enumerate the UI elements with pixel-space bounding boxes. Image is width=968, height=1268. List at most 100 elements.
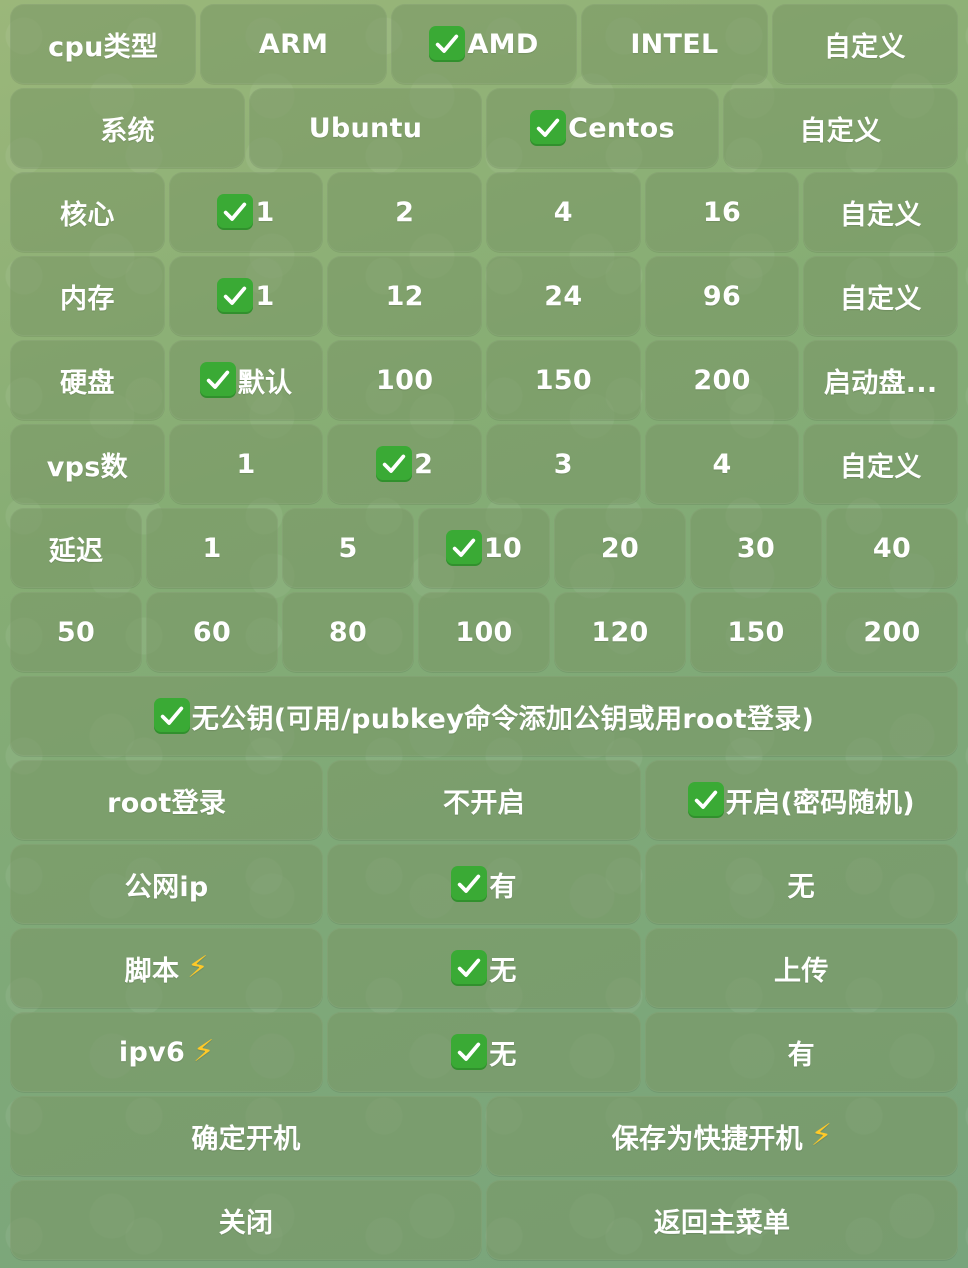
vps-custom-button[interactable]: 自定义 [803,424,959,504]
keyboard-row: 公网ip 有 无 [10,844,958,924]
mem-96-button[interactable]: 96 [644,256,800,336]
keyboard-row: 核心 1 2 4 16 自定义 [10,172,959,252]
vps-4-button[interactable]: 4 [644,424,800,504]
check-mark-icon [451,1034,488,1070]
delay-20-button[interactable]: 20 [554,508,686,588]
core-label-button[interactable]: 核心 [10,172,165,252]
button-label: 2 [395,196,415,228]
ip-yes-button[interactable]: 有 [327,844,641,924]
save-quick-button[interactable]: 保存为快捷开机 ⚡ [486,1096,958,1176]
script-none-button[interactable]: 无 [327,928,641,1008]
vps-label-button[interactable]: vps数 [10,424,165,504]
root-on-button[interactable]: 开启(密码随机) [644,760,958,840]
button-label: 60 [192,616,232,648]
button-label: Ubuntu [308,112,423,144]
os-custom-button[interactable]: 自定义 [722,88,958,168]
core-2-button[interactable]: 2 [327,172,483,252]
cpu-amd-button[interactable]: AMD [390,4,578,84]
check-mark-icon [217,278,254,314]
delay-50-button[interactable]: 50 [10,592,142,672]
delay-1-button[interactable]: 1 [146,508,278,588]
button-label: 10 [483,532,523,564]
cpu-label-button[interactable]: cpu类型 [10,4,197,84]
script-label-button[interactable]: 脚本 ⚡ [10,928,324,1008]
script-upload-button[interactable]: 上传 [644,928,958,1008]
button-label: 96 [702,280,742,312]
disk-label-button[interactable]: 硬盘 [10,340,165,420]
root-label-button[interactable]: root登录 [10,760,324,840]
lightning-bolt-icon: ⚡ [187,950,209,985]
core-16-button[interactable]: 16 [644,172,800,252]
check-mark-icon [153,698,190,734]
button-label: 5 [338,532,358,564]
cpu-arm-button[interactable]: ARM [200,4,387,84]
button-label: Centos [568,112,675,144]
button-label: 2 [414,448,434,480]
button-label: 自定义 [839,199,922,231]
check-mark-icon [199,362,236,398]
button-label: 12 [385,280,424,312]
button-label: 1 [236,448,256,480]
confirm-button[interactable]: 确定开机 [10,1096,482,1176]
keyboard-row: ipv6 ⚡ 无 有 [10,1012,958,1092]
core-custom-button[interactable]: 自定义 [803,172,959,252]
delay-40-button[interactable]: 40 [826,508,958,588]
delay-10-button[interactable]: 10 [418,508,550,588]
vps-2-button[interactable]: 2 [327,424,483,504]
button-label: ipv6 [118,1036,186,1068]
close-button[interactable]: 关闭 [10,1180,482,1260]
keyboard-row: 无公钥(可用/pubkey命令添加公钥或用root登录) [10,676,958,756]
button-label: 无 [489,955,517,987]
pubkey-button[interactable]: 无公钥(可用/pubkey命令添加公钥或用root登录) [10,676,958,756]
ipv6-label-button[interactable]: ipv6 ⚡ [10,1012,324,1092]
delay-60-button[interactable]: 60 [146,592,278,672]
mem-24-button[interactable]: 24 [486,256,641,336]
mem-12-button[interactable]: 12 [327,256,483,336]
back-main-button[interactable]: 返回主菜单 [486,1180,958,1260]
disk-200-button[interactable]: 200 [644,340,800,420]
button-label: 返回主菜单 [653,1207,791,1239]
check-mark-icon [429,26,466,62]
root-off-button[interactable]: 不开启 [327,760,641,840]
disk-boot-button[interactable]: 启动盘... [803,340,959,420]
mem-label-button[interactable]: 内存 [10,256,165,336]
mem-custom-button[interactable]: 自定义 [803,256,959,336]
os-label-button[interactable]: 系统 [10,88,246,168]
delay-label-button[interactable]: 延迟 [10,508,142,588]
button-label: 确定开机 [191,1123,301,1155]
delay-100-button[interactable]: 100 [418,592,550,672]
button-label: 自定义 [823,31,906,63]
ipv6-yes-button[interactable]: 有 [644,1012,958,1092]
mem-1-button[interactable]: 1 [168,256,324,336]
delay-150-button[interactable]: 150 [690,592,822,672]
ip-label-button[interactable]: 公网ip [10,844,324,924]
button-label: 200 [693,364,751,396]
lightning-bolt-icon: ⚡ [193,1034,215,1069]
button-label: 脚本 [124,955,180,987]
delay-120-button[interactable]: 120 [554,592,686,672]
os-centos-button[interactable]: Centos [486,88,719,168]
core-1-button[interactable]: 1 [168,172,324,252]
core-4-button[interactable]: 4 [486,172,641,252]
cpu-custom-button[interactable]: 自定义 [771,4,959,84]
ip-no-button[interactable]: 无 [644,844,958,924]
button-label: 硬盘 [60,367,115,399]
button-label: INTEL [630,28,719,60]
cpu-intel-button[interactable]: INTEL [581,4,768,84]
check-mark-icon [687,782,724,818]
delay-30-button[interactable]: 30 [690,508,822,588]
vps-1-button[interactable]: 1 [168,424,324,504]
disk-150-button[interactable]: 150 [486,340,641,420]
delay-200-button[interactable]: 200 [826,592,958,672]
button-label: root登录 [107,787,227,819]
button-label: 不开启 [443,787,525,819]
disk-default-button[interactable]: 默认 [168,340,324,420]
ipv6-no-button[interactable]: 无 [327,1012,641,1092]
check-mark-icon [530,110,567,146]
os-ubuntu-button[interactable]: Ubuntu [249,88,482,168]
check-mark-icon [451,866,488,902]
vps-3-button[interactable]: 3 [486,424,641,504]
delay-5-button[interactable]: 5 [282,508,414,588]
disk-100-button[interactable]: 100 [327,340,483,420]
delay-80-button[interactable]: 80 [282,592,414,672]
